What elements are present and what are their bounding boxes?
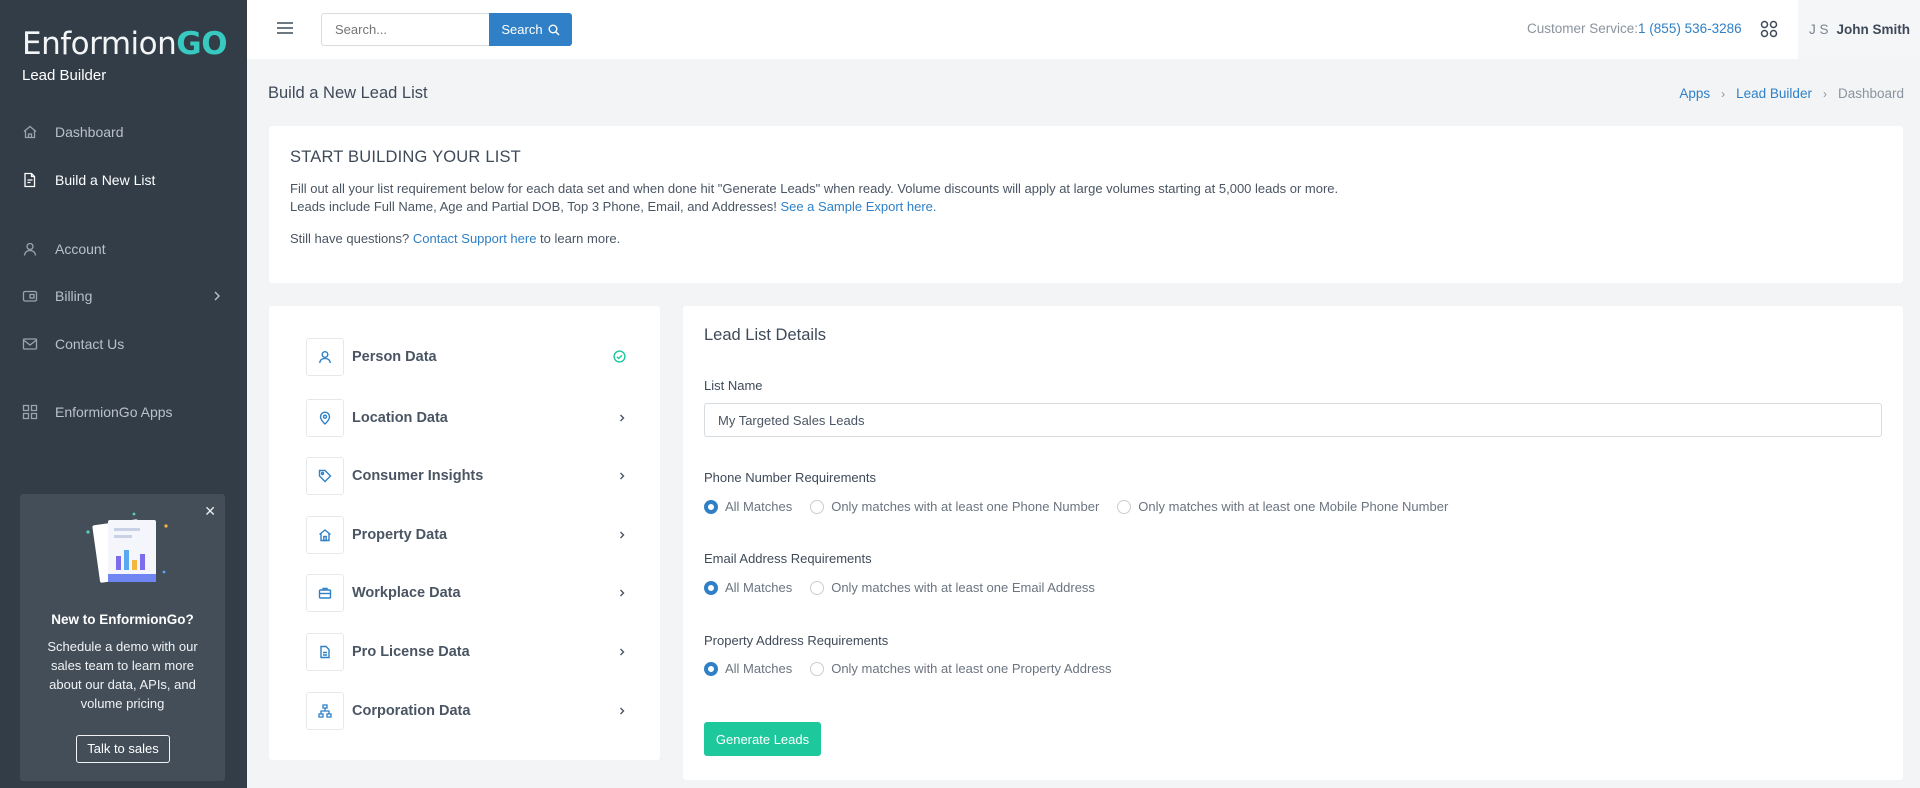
close-icon[interactable]: ✕ [204,503,216,520]
data-set-property[interactable]: Property Data [306,516,626,554]
apps-grid-icon[interactable] [1760,20,1778,41]
wallet-icon [22,288,38,304]
org-chart-icon [306,692,344,730]
report-illustration-icon [86,512,168,583]
person-icon [306,338,344,376]
phone-requirements-label: Phone Number Requirements [704,470,876,485]
tag-icon [306,457,344,495]
location-pin-icon [306,399,344,437]
intro-text: Fill out all your list requirement below… [290,181,1339,196]
data-set-corporation[interactable]: Corporation Data [306,692,626,730]
user-name: John Smith [1836,22,1911,37]
briefcase-icon [306,574,344,612]
radio-icon [810,499,825,514]
breadcrumb: Apps › Lead Builder › Dashboard [1679,86,1904,101]
address-requirements-label: Property Address Requirements [704,633,889,648]
chevron-right-icon [618,528,626,543]
chevron-right-icon: › [1822,86,1827,101]
address-requirements-group: All Matches Only matches with at least o… [704,661,1130,676]
email-radio-all-matches[interactable]: All Matches [704,580,792,595]
data-set-workplace[interactable]: Workplace Data [306,574,626,612]
intro-text-3: Still have questions? Contact Support he… [290,231,621,246]
chevron-right-icon: › [1721,86,1726,101]
email-radio-one-email[interactable]: Only matches with at least one Email Add… [810,580,1095,595]
sidebar: EnformionGO Lead Builder Dashboard Build… [0,0,247,788]
mail-icon [22,336,38,352]
chevron-right-icon [212,289,222,305]
address-radio-all-matches[interactable]: All Matches [704,661,792,676]
phone-radio-one-mobile[interactable]: Only matches with at least one Mobile Ph… [1117,499,1448,514]
list-name-input[interactable] [704,403,1882,437]
chevron-right-icon [618,411,626,426]
phone-requirements-group: All Matches Only matches with at least o… [704,499,1466,514]
logo[interactable]: EnformionGO [22,26,228,62]
data-sets-card: Person Data Location Data Consumer Insig… [269,306,660,760]
search-icon [548,24,560,35]
user-icon [22,241,38,257]
phone-radio-one-phone[interactable]: Only matches with at least one Phone Num… [810,499,1099,514]
chevron-right-icon [618,645,626,660]
data-set-pro-license[interactable]: Pro License Data [306,633,626,671]
grid-icon [22,404,38,420]
search-button[interactable]: Search [489,13,572,46]
data-set-consumer-insights[interactable]: Consumer Insights [306,457,626,495]
radio-selected-icon [704,499,718,514]
check-circle-icon [613,350,626,366]
page-title: Build a New Lead List [268,84,428,102]
generate-leads-button[interactable]: Generate Leads [704,722,821,756]
sidebar-item-dashboard[interactable]: Dashboard [0,112,247,152]
radio-selected-icon [704,580,718,595]
file-icon [306,633,344,671]
home-icon [22,124,38,140]
radio-icon [1117,499,1132,514]
sidebar-item-contact-us[interactable]: Contact Us [0,324,247,364]
talk-to-sales-button[interactable]: Talk to sales [76,735,170,763]
avatar: J S [1809,22,1829,37]
top-bar: Search Customer Service:1 (855) 536-3286… [247,0,1920,59]
user-menu[interactable]: J S John Smith [1798,0,1920,59]
promo-text: Schedule a demo with our sales team to l… [47,639,198,711]
sidebar-item-enformiongo-apps[interactable]: EnformionGo Apps [0,392,247,432]
chevron-right-icon [618,469,626,484]
intro-heading: START BUILDING YOUR LIST [290,148,521,166]
email-requirements-label: Email Address Requirements [704,551,872,566]
promo-card: ✕ New to EnformionGo? Schedule a demo wi… [20,494,225,781]
contact-support-link[interactable]: Contact Support here [413,231,537,246]
chevron-right-icon [618,586,626,601]
breadcrumb-dashboard: Dashboard [1837,86,1904,101]
document-icon [22,172,38,188]
radio-selected-icon [704,661,718,676]
lead-list-details-card: Lead List Details List Name Phone Number… [683,306,1903,780]
form-title: Lead List Details [704,326,826,344]
sample-export-link[interactable]: See a Sample Export here. [780,199,936,214]
sidebar-item-build-new-list[interactable]: Build a New List [0,160,247,200]
hamburger-menu-icon[interactable] [276,21,294,38]
customer-service-phone-link[interactable]: 1 (855) 536-3286 [1638,21,1742,36]
intro-card: START BUILDING YOUR LIST Fill out all yo… [269,126,1903,283]
chevron-right-icon [618,704,626,719]
sidebar-item-billing[interactable]: Billing [0,276,247,316]
radio-icon [810,661,825,676]
data-set-location[interactable]: Location Data [306,399,626,437]
breadcrumb-apps[interactable]: Apps [1679,86,1710,101]
address-radio-one-address[interactable]: Only matches with at least one Property … [810,661,1112,676]
list-name-label: List Name [704,378,763,393]
phone-radio-all-matches[interactable]: All Matches [704,499,792,514]
sidebar-item-account[interactable]: Account [0,229,247,269]
radio-icon [810,580,825,595]
intro-text-2: Leads include Full Name, Age and Partial… [290,199,937,214]
data-set-person[interactable]: Person Data [306,338,626,376]
product-name: Lead Builder [22,67,107,84]
search-input[interactable] [321,13,489,46]
house-icon [306,516,344,554]
breadcrumb-lead-builder[interactable]: Lead Builder [1736,86,1812,101]
email-requirements-group: All Matches Only matches with at least o… [704,580,1113,595]
promo-title: New to EnformionGo? [51,612,194,627]
customer-service: Customer Service:1 (855) 536-3286 [1527,21,1742,36]
